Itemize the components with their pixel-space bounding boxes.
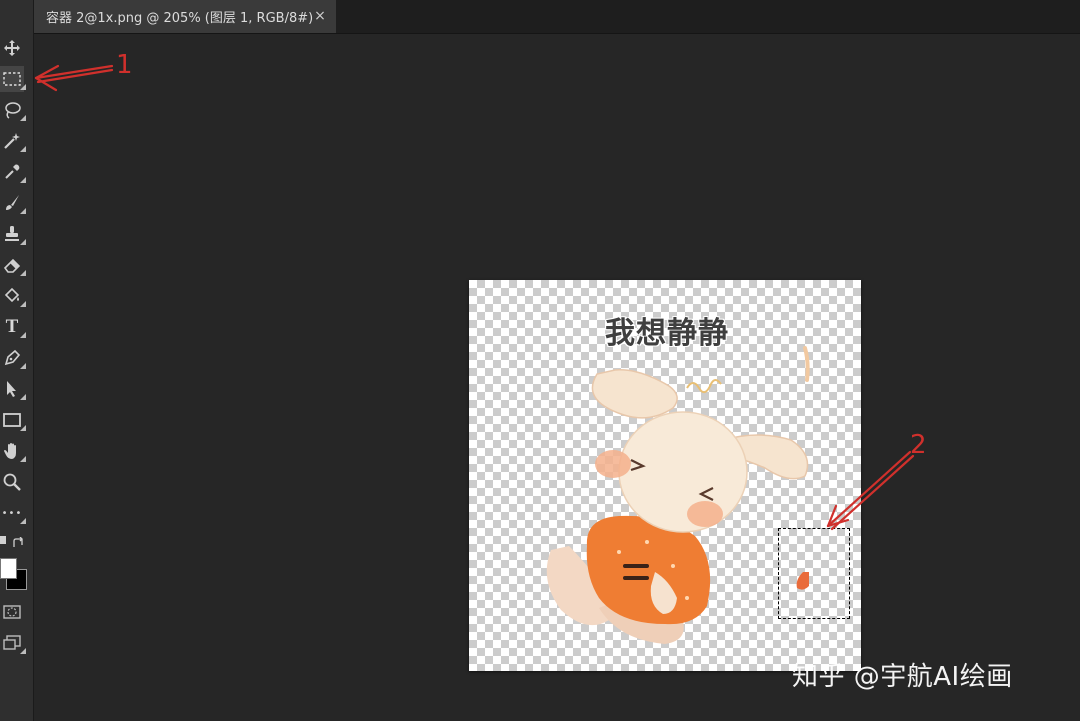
more-icon: ••• (1, 507, 23, 519)
marquee-selection[interactable] (778, 528, 850, 619)
rectangle-icon (3, 413, 21, 427)
tool-flyout-indicator (20, 456, 26, 462)
rectangle-tool[interactable] (0, 407, 26, 433)
type-icon: T (5, 316, 19, 337)
more-tools[interactable]: ••• (0, 500, 26, 526)
brush-icon (6, 195, 19, 210)
eraser-icon (3, 258, 21, 273)
path-selection-tool[interactable] (0, 376, 26, 402)
tool-flyout-indicator (20, 648, 26, 654)
tool-flyout-indicator (20, 301, 26, 307)
foreground-color-swatch[interactable] (0, 558, 17, 579)
tool-flyout-indicator (20, 239, 26, 245)
watermark: 知乎 @宇航AI绘画 (792, 662, 1013, 692)
document-tab[interactable]: 容器 2@1x.png @ 205% (图层 1, RGB/8#) × (34, 0, 336, 33)
tool-flyout-indicator (20, 363, 26, 369)
clone-stamp-icon (5, 226, 19, 241)
tools-panel: T ••• (0, 0, 34, 721)
zoom-icon (3, 473, 21, 491)
tool-flyout-indicator (20, 270, 26, 276)
eyedropper-tool[interactable] (0, 159, 26, 185)
marquee-tool[interactable] (0, 66, 26, 92)
screen-mode-button[interactable] (0, 630, 26, 656)
lasso-tool[interactable] (0, 97, 26, 123)
document-tab-title: 容器 2@1x.png @ 205% (图层 1, RGB/8#) (46, 11, 314, 26)
tool-flyout-indicator (20, 177, 26, 183)
pen-icon (4, 349, 21, 366)
brush-tool[interactable] (0, 190, 26, 216)
eyedropper-icon (5, 164, 20, 179)
hand-icon (4, 443, 16, 459)
magic-wand-icon (4, 133, 20, 149)
tool-flyout-indicator (20, 146, 26, 152)
pen-tool[interactable] (0, 345, 26, 371)
stamp-tool[interactable] (0, 221, 26, 247)
document-canvas[interactable]: 我想静静 (469, 280, 861, 671)
magic-wand-tool[interactable] (0, 128, 26, 154)
hand-tool[interactable] (0, 438, 26, 464)
tool-flyout-indicator (20, 425, 26, 431)
quick-mask-icon (3, 605, 21, 619)
close-icon[interactable]: × (312, 8, 328, 24)
annotation-label-1: 1 (116, 50, 133, 80)
arrow-icon (7, 381, 16, 397)
tool-flyout-indicator (20, 332, 26, 338)
lasso-icon (5, 102, 21, 119)
default-colors-icon[interactable] (0, 536, 6, 544)
quick-mask-button[interactable] (0, 599, 24, 625)
screen-mode-icon (3, 635, 21, 650)
type-tool[interactable]: T (0, 314, 26, 340)
paint-bucket-tool[interactable] (0, 283, 26, 309)
move-tool[interactable] (0, 35, 24, 61)
move-icon (4, 40, 20, 56)
zoom-tool[interactable] (0, 469, 24, 495)
tool-flyout-indicator (20, 394, 26, 400)
tool-flyout-indicator (20, 208, 26, 214)
tool-flyout-indicator (20, 84, 26, 90)
eraser-tool[interactable] (0, 252, 26, 278)
paint-bucket-icon (4, 287, 20, 303)
tool-flyout-indicator (20, 115, 26, 121)
sticker-caption: 我想静静 (605, 316, 729, 351)
swap-colors-icon[interactable] (12, 534, 26, 547)
document-tab-bar: 容器 2@1x.png @ 205% (图层 1, RGB/8#) × (34, 0, 1080, 34)
annotation-label-2: 2 (910, 430, 927, 460)
rectangular-marquee-icon (3, 72, 21, 86)
tool-flyout-indicator (20, 518, 26, 524)
